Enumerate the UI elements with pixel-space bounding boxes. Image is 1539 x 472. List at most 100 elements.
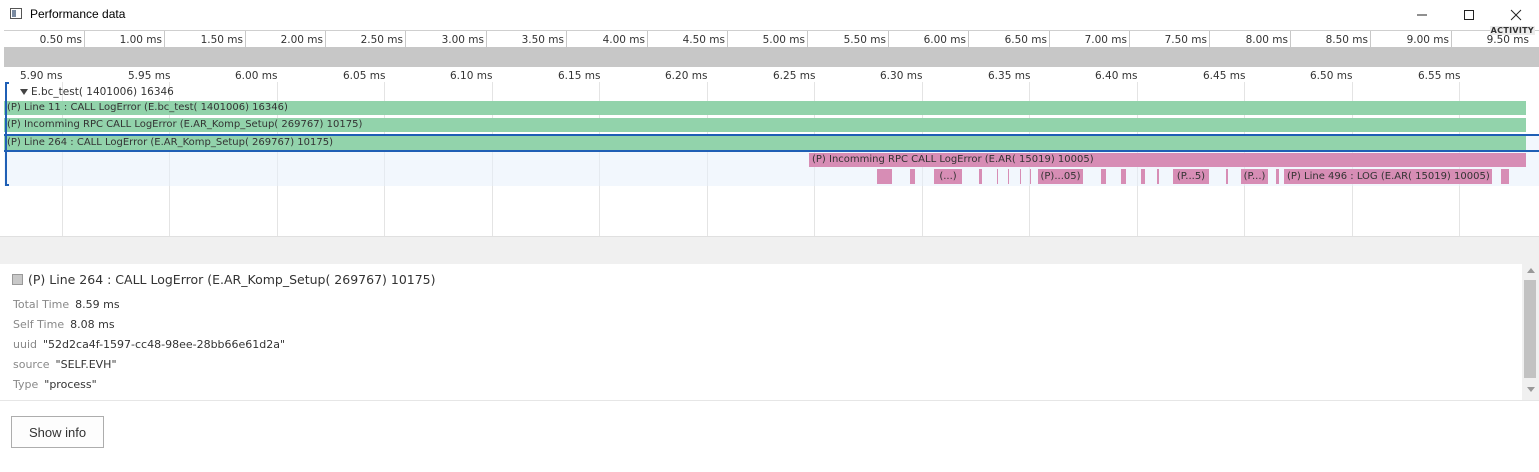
overview-activity-bar[interactable]: [4, 47, 1539, 67]
prop-type: Type "process": [13, 378, 97, 391]
overview-tick-label: 4.00 ms: [602, 34, 645, 46]
overview-tick: 7.00 ms: [1049, 31, 1130, 48]
overview-tick-label: 9.50 ms: [1486, 34, 1529, 46]
overview-tick-label: 7.50 ms: [1164, 34, 1207, 46]
timeline-tick-label: 6.55 ms: [1418, 70, 1461, 82]
timeline-segment[interactable]: (...): [934, 169, 962, 184]
title-bar: [0, 0, 1539, 30]
timeline-segment[interactable]: (P...): [1241, 169, 1268, 184]
prop-value: "process": [44, 378, 97, 391]
overview-tick-label: 3.00 ms: [441, 34, 484, 46]
overview-tick: 5.00 ms: [727, 31, 808, 48]
overview-tick: 1.50 ms: [164, 31, 246, 48]
overview-tick-label: 3.50 ms: [521, 34, 564, 46]
timeline-segment[interactable]: (P)...05): [1038, 169, 1083, 184]
overview-tick: 8.50 ms: [1290, 31, 1371, 48]
timeline-tick-label: 6.45 ms: [1203, 70, 1246, 82]
prop-uuid: uuid "52d2ca4f-1597-cc48-98ee-28bb66e61d2…: [13, 338, 285, 351]
timeline-tick-label: 5.90 ms: [20, 70, 63, 82]
collapse-triangle-icon[interactable]: [20, 89, 28, 95]
timeline-segment-line-496[interactable]: (P) Line 496 : LOG (E.AR( 15019) 10005): [1284, 169, 1492, 184]
overview-tick: 5.50 ms: [807, 31, 889, 48]
timeline-tick-label: 6.05 ms: [343, 70, 386, 82]
timeline-segment[interactable]: [1020, 169, 1021, 184]
overview-tick-label: 6.00 ms: [923, 34, 966, 46]
prop-key: Self Time: [13, 318, 65, 331]
show-info-button[interactable]: Show info: [11, 416, 104, 448]
overview-tick: 7.50 ms: [1129, 31, 1210, 48]
timeline-segment[interactable]: [1141, 169, 1145, 184]
scroll-up-icon[interactable]: [1527, 268, 1535, 273]
overview-tick-label: 1.50 ms: [200, 34, 243, 46]
timeline-tick-label: 5.95 ms: [128, 70, 171, 82]
timeline-segment[interactable]: [1226, 169, 1228, 184]
overview-tick-label: 5.00 ms: [762, 34, 805, 46]
overview-tick: 1.00 ms: [84, 31, 165, 48]
timeline-tick-label: 6.30 ms: [880, 70, 923, 82]
prop-self-time: Self Time 8.08 ms: [13, 318, 115, 331]
timeline-segment[interactable]: [1008, 169, 1009, 184]
timeline-bar-line-11[interactable]: (P) Line 11 : CALL LogError (E.bc_test( …: [4, 101, 1526, 115]
minimize-icon: [1417, 14, 1427, 16]
timeline-segment[interactable]: [1030, 169, 1031, 184]
group-bracket: [5, 82, 9, 186]
timeline-bar-incoming-rpc-komp-setup[interactable]: (P) Incomming RPC CALL LogError (E.AR_Ko…: [4, 118, 1526, 132]
timeline-tick-label: 6.20 ms: [665, 70, 708, 82]
prop-value: 8.08 ms: [70, 318, 115, 331]
timeline-segment[interactable]: [997, 169, 998, 184]
overview-tick-label: 4.50 ms: [682, 34, 725, 46]
overview-tick: 0.50 ms: [4, 31, 85, 48]
color-swatch: [12, 274, 23, 285]
overview-tick: 9.00 ms: [1370, 31, 1452, 48]
timeline-tick-label: 6.40 ms: [1095, 70, 1138, 82]
prop-key: source: [13, 358, 50, 371]
timeline-tick-label: 6.35 ms: [988, 70, 1031, 82]
timeline-segment[interactable]: [1276, 169, 1279, 184]
timeline-tick-label: 6.15 ms: [558, 70, 601, 82]
activity-label: ACTIVITY: [1489, 26, 1535, 35]
overview-ticks: 0.50 ms 1.00 ms 1.50 ms 2.00 ms 2.50 ms …: [4, 30, 1539, 48]
group-label: E.bc_test( 1401006) 16346: [31, 86, 174, 98]
info-panel: (P) Line 264 : CALL LogError (E.AR_Komp_…: [0, 264, 1522, 400]
splitter-band[interactable]: [0, 236, 1539, 265]
overview-tick: 3.50 ms: [486, 31, 567, 48]
timeline-tick-label: 6.25 ms: [773, 70, 816, 82]
timeline-tick-label: 6.00 ms: [235, 70, 278, 82]
timeline-segment[interactable]: [1121, 169, 1126, 184]
timeline-segment[interactable]: [1501, 169, 1509, 184]
window-title: Performance data: [30, 7, 126, 21]
timeline-detail[interactable]: 5.90 ms 5.95 ms 6.00 ms 6.05 ms 6.10 ms …: [4, 68, 1539, 236]
timeline-bar-incoming-rpc-ar[interactable]: (P) Incomming RPC CALL LogError (E.AR( 1…: [809, 153, 1526, 167]
overview-ruler[interactable]: 0.50 ms 1.00 ms 1.50 ms 2.00 ms 2.50 ms …: [4, 30, 1539, 68]
prop-value: "SELF.EVH": [55, 358, 117, 371]
minimize-button[interactable]: [1399, 0, 1445, 30]
selected-row-outline: [4, 134, 1539, 152]
overview-tick-label: 8.50 ms: [1325, 34, 1368, 46]
overview-tick: 4.00 ms: [566, 31, 648, 48]
overview-tick: 2.00 ms: [245, 31, 326, 48]
overview-tick: 6.00 ms: [888, 31, 969, 48]
overview-tick-label: 7.00 ms: [1084, 34, 1127, 46]
timeline-segment[interactable]: [910, 169, 915, 184]
overview-tick-label: 1.00 ms: [119, 34, 162, 46]
timeline-segment[interactable]: (P...5): [1173, 169, 1209, 184]
overview-tick: 6.50 ms: [968, 31, 1050, 48]
timeline-tick-label: 6.50 ms: [1310, 70, 1353, 82]
prop-key: uuid: [13, 338, 37, 351]
prop-value: "52d2ca4f-1597-cc48-98ee-28bb66e61d2a": [42, 338, 286, 351]
timeline-segment[interactable]: [979, 169, 982, 184]
overview-tick: 2.50 ms: [325, 31, 406, 48]
overview-tick-label: 5.50 ms: [843, 34, 886, 46]
prop-source: source "SELF.EVH": [13, 358, 117, 371]
timeline-segment[interactable]: [1157, 169, 1159, 184]
overview-tick: 3.00 ms: [405, 31, 487, 48]
overview-tick-label: 2.50 ms: [360, 34, 403, 46]
overview-tick-label: 6.50 ms: [1004, 34, 1047, 46]
scroll-down-icon[interactable]: [1527, 387, 1535, 392]
timeline-segment[interactable]: [877, 169, 892, 184]
overview-tick: 4.50 ms: [647, 31, 728, 48]
scroll-thumb[interactable]: [1524, 280, 1536, 378]
maximize-button[interactable]: [1446, 0, 1492, 30]
timeline-segment[interactable]: [1101, 169, 1106, 184]
overview-tick-label: 9.00 ms: [1406, 34, 1449, 46]
